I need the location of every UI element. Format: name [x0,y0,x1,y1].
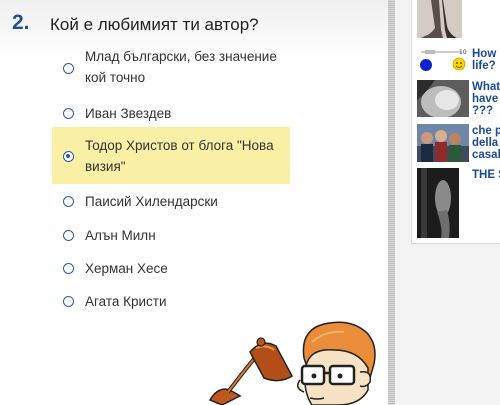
answer-option-1[interactable]: Млад български, без значение кой точно [52,46,290,92]
related-links-box: 10 How life? What have ??? che p della c… [411,0,500,244]
dark-figure-photo-icon [417,168,459,238]
group-photo-icon [417,124,469,162]
answer-option-7[interactable]: Агата Кристи [52,291,290,312]
sidebar-link-1[interactable]: How life? [472,48,500,72]
sidebar-link-2[interactable]: What have ??? [472,81,500,117]
link-text[interactable]: ??? [472,105,500,117]
radio-button[interactable] [63,196,74,207]
answer-option-6[interactable]: Херман Хесе [52,258,290,279]
link-text[interactable]: della [472,137,500,149]
legs-photo-icon [417,0,462,38]
link-text[interactable]: How [472,48,500,60]
thumbnail-group-photo[interactable] [417,124,469,162]
thumbnail-legs[interactable] [417,0,462,38]
sidebar-link-3[interactable]: che p della casal [472,125,500,161]
quiz-panel: 2. Кой е любимият ти автор? Млад българс… [0,0,388,405]
thumbnail-portrait[interactable] [417,80,469,117]
svg-text:10: 10 [459,49,467,56]
radio-button[interactable] [63,263,74,274]
answer-label: Паисий Хилендарски [85,194,218,209]
radio-button[interactable] [63,63,74,74]
answer-label: Алън Милн [85,228,156,243]
link-text[interactable]: What [472,81,500,93]
sidebar-link-4[interactable]: THE S [472,169,500,181]
thumbnail-scale[interactable]: 10 [417,46,469,74]
answer-label-cont: визия" [85,159,126,174]
answer-option-3[interactable]: Тодор Христов от блога "Нова визия" [52,127,290,184]
rating-scale-icon: 10 [420,49,467,71]
link-text[interactable]: THE S [472,169,500,181]
answer-label-cont: кой точно [85,70,146,85]
answer-label: Агата Кристи [85,294,167,309]
radio-button[interactable] [63,230,74,241]
thumbnail-dark-figure[interactable] [417,168,459,238]
answer-label: Тодор Христов от блога "Нова [85,138,274,153]
answer-label: Херман Хесе [85,261,168,276]
radio-button[interactable] [63,108,74,119]
link-text[interactable]: che p [472,125,500,137]
link-text[interactable]: casal [472,149,500,161]
link-text[interactable]: have [472,93,500,105]
sidebar: 10 How life? What have ??? che p della c… [395,0,500,405]
question-text: Кой е любимият ти автор? [50,15,259,34]
answer-label: Млад български, без значение [85,49,277,64]
radio-button[interactable] [63,296,74,307]
column-divider [388,0,395,405]
question-number: 2. [12,11,30,34]
answer-label: Иван Звездев [85,106,172,121]
radio-button-selected[interactable] [63,151,74,162]
radio-dot [66,154,70,158]
portrait-photo-icon [417,80,469,117]
cartoon-man-with-lamp-illustration [208,321,376,405]
answer-option-2[interactable]: Иван Звездев [52,103,290,124]
answer-option-5[interactable]: Алън Милн [52,225,290,246]
answer-option-4[interactable]: Паисий Хилендарски [52,191,290,212]
link-text[interactable]: life? [472,60,500,72]
